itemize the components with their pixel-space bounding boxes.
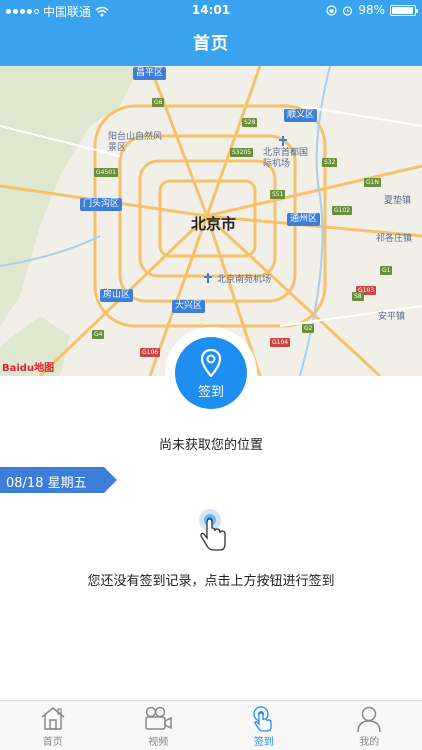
road-tag: G102 — [332, 206, 353, 215]
rotation-lock-icon — [326, 4, 337, 16]
tab-checkin[interactable]: 签到 — [211, 701, 317, 750]
road-tag: S28 — [242, 118, 258, 127]
empty-state-text: 您还没有签到记录，点击上方按钮进行签到 — [87, 574, 335, 589]
road-tag: G1 — [380, 266, 393, 275]
checkin-hand-icon — [253, 706, 272, 732]
road-tag: S51 — [270, 190, 286, 199]
profile-icon — [357, 706, 381, 733]
road-tag: G4 — [92, 330, 105, 339]
place-label: 阳台山自然风景区 — [108, 132, 163, 153]
place-label: 夏垫镇 — [384, 196, 412, 206]
road-tag: G106 — [140, 348, 161, 357]
district-label: 顺义区 — [284, 109, 318, 122]
status-bar: 中国联通 14:01 98% — [0, 0, 422, 22]
district-label: 通州区 — [287, 213, 321, 226]
road-tag: G2 — [302, 324, 315, 333]
baidu-map-logo: Baidu地图 — [2, 363, 55, 374]
district-label: 昌平区 — [133, 67, 167, 80]
date-tag-text: 08/18 星期五 — [6, 476, 87, 491]
tab-label: 签到 — [253, 737, 274, 748]
district-label: 房山区 — [100, 289, 134, 302]
city-label: 北京市 — [191, 215, 237, 233]
home-icon — [41, 707, 65, 730]
road-tag: S3205 — [230, 148, 254, 157]
alarm-icon — [343, 5, 353, 16]
road-tag: S32 — [322, 158, 338, 167]
nav-bar: 首页 — [0, 22, 422, 66]
battery-icon — [390, 4, 418, 16]
location-status-text: 尚未获取您的位置 — [158, 438, 263, 453]
tab-home[interactable]: 首页 — [0, 701, 106, 750]
tab-profile[interactable]: 我的 — [317, 701, 422, 750]
district-label: 门头沟区 — [80, 198, 123, 211]
road-tag: G104 — [270, 338, 291, 347]
place-label: 北京首都国际机场 — [263, 148, 309, 169]
app-screen: 中国联通 14:01 98% 首页 昌平区 顺义区 门头沟区 通州区 房山区 大… — [0, 0, 422, 750]
battery-percent: 98% — [358, 3, 385, 17]
video-icon — [145, 706, 172, 730]
road-tag: G4501 — [94, 168, 118, 177]
place-label: 北京南苑机场 — [217, 275, 272, 285]
checkin-button-label: 签到 — [197, 385, 224, 400]
checkin-button[interactable]: 签到 — [175, 337, 247, 409]
tab-video[interactable]: 视频 — [106, 701, 212, 750]
district-label: 大兴区 — [172, 300, 206, 313]
tab-label: 视频 — [148, 737, 169, 748]
tab-label: 首页 — [42, 737, 63, 748]
place-label: 安平镇 — [378, 312, 406, 322]
page-title: 首页 — [193, 34, 229, 54]
road-tag: G6 — [152, 98, 165, 107]
tap-hand-icon — [199, 509, 226, 551]
tab-bar: 首页 视频 签到 我的 — [0, 700, 422, 750]
location-pin-icon — [201, 349, 221, 377]
road-tag: G1N — [364, 178, 381, 187]
road-tag: S8 — [352, 292, 364, 301]
place-label: 祁各庄镇 — [376, 234, 413, 244]
date-tag: 08/18 星期五 — [0, 467, 118, 493]
tab-label: 我的 — [359, 737, 380, 748]
